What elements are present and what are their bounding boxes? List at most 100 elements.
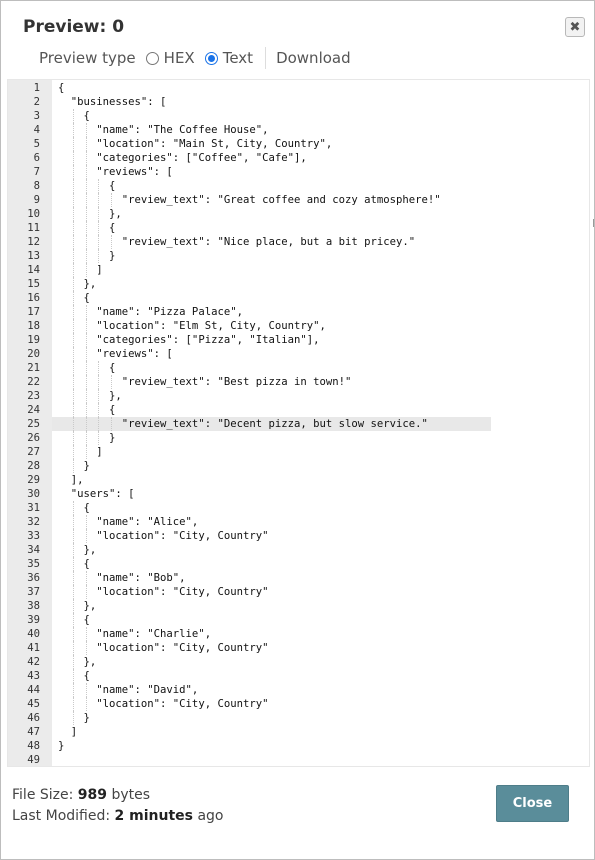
code-text: "categories": ["Coffee", "Cafe"],	[58, 152, 307, 164]
code-line: 26 }	[8, 431, 589, 445]
code-text: "businesses": [	[58, 96, 167, 108]
code-line: 18 "location": "Elm St, City, Country",	[8, 319, 589, 333]
code-text: "name": "Charlie",	[58, 628, 212, 640]
code-line: 29 ],	[8, 473, 589, 487]
text-radio-label[interactable]: Text	[223, 49, 253, 67]
code-text: {	[58, 180, 116, 192]
download-link[interactable]: Download	[276, 49, 351, 67]
code-line: 34 },	[8, 543, 589, 557]
line-number: 39	[27, 614, 40, 626]
line-number: 45	[27, 698, 40, 710]
code-text: ]	[58, 726, 78, 738]
last-modified-label: Last Modified:	[12, 808, 111, 824]
code-text: "users": [	[58, 488, 135, 500]
code-text: }	[58, 432, 116, 444]
code-line: 10 },	[8, 207, 589, 221]
line-number: 13	[27, 250, 40, 262]
close-button[interactable]: Close	[496, 785, 569, 822]
last-modified-row: Last Modified: 2 minutes ago	[12, 806, 223, 827]
file-size-label: File Size:	[12, 787, 74, 803]
code-text: "reviews": [	[58, 166, 173, 178]
code-text: },	[58, 656, 97, 668]
line-number: 33	[27, 530, 40, 542]
code-line: 14 ]	[8, 263, 589, 277]
line-number: 12	[27, 236, 40, 248]
line-number: 15	[27, 278, 40, 290]
code-text: {	[58, 362, 116, 374]
code-text: ]	[58, 264, 103, 276]
hex-radio[interactable]	[145, 51, 159, 65]
code-text: "location": "City, Country"	[58, 698, 269, 710]
preview-toolbar: Preview type HEX Text Download	[39, 47, 351, 69]
code-line: 40 "name": "Charlie",	[8, 627, 589, 641]
code-line: 1{	[8, 81, 589, 95]
close-icon[interactable]: ✖	[565, 17, 585, 37]
code-text: "review_text": "Best pizza in town!"	[58, 376, 352, 388]
code-line: 42 },	[8, 655, 589, 669]
code-line: 48}	[8, 739, 589, 753]
code-line: 33 "location": "City, Country"	[8, 529, 589, 543]
file-size-value: 989	[77, 787, 108, 803]
last-modified-value: 2 minutes	[114, 808, 193, 824]
line-number: 40	[27, 628, 40, 640]
code-line: 9 "review_text": "Great coffee and cozy …	[8, 193, 589, 207]
line-number: 28	[27, 460, 40, 472]
line-number: 31	[27, 502, 40, 514]
code-text: {	[58, 502, 90, 514]
code-line: 3 {	[8, 109, 589, 123]
line-number: 22	[27, 376, 40, 388]
code-text: "name": "Bob",	[58, 572, 186, 584]
code-text: "name": "The Coffee House",	[58, 124, 269, 136]
code-line: 45 "location": "City, Country"	[8, 697, 589, 711]
code-line: 31 {	[8, 501, 589, 515]
line-number: 24	[27, 404, 40, 416]
code-text: {	[58, 292, 90, 304]
code-text: {	[58, 558, 90, 570]
code-text: }	[58, 250, 116, 262]
code-text: {	[58, 222, 116, 234]
file-size-unit: bytes	[111, 787, 151, 803]
line-number: 23	[27, 390, 40, 402]
code-line: 2 "businesses": [	[8, 95, 589, 109]
code-line: 37 "location": "City, Country"	[8, 585, 589, 599]
code-text: }	[58, 460, 90, 472]
code-text: "name": "Pizza Palace",	[58, 306, 243, 318]
code-editor[interactable]: 1{2 "businesses": [3 {4 "name": "The Cof…	[7, 79, 590, 767]
code-line: 19 "categories": ["Pizza", "Italian"],	[8, 333, 589, 347]
text-radio[interactable]	[204, 51, 218, 65]
code-line: 20 "reviews": [	[8, 347, 589, 361]
code-text: },	[58, 544, 97, 556]
line-number: 7	[33, 166, 40, 178]
line-number: 17	[27, 306, 40, 318]
code-line: 22 "review_text": "Best pizza in town!"	[8, 375, 589, 389]
code-text: "location": "City, Country"	[58, 530, 269, 542]
code-line: 15 },	[8, 277, 589, 291]
code-text: "location": "Main St, City, Country",	[58, 138, 333, 150]
code-line: 30 "users": [	[8, 487, 589, 501]
last-modified-suffix: ago	[197, 808, 224, 824]
code-text: "location": "City, Country"	[58, 642, 269, 654]
file-size-row: File Size: 989 bytes	[12, 785, 223, 806]
code-text: "review_text": "Great coffee and cozy at…	[58, 194, 441, 206]
line-number: 47	[27, 726, 40, 738]
code-text: {	[58, 670, 90, 682]
code-line: 49	[8, 753, 589, 766]
code-line: 44 "name": "David",	[8, 683, 589, 697]
code-text: "categories": ["Pizza", "Italian"],	[58, 334, 320, 346]
code-text: "review_text": "Decent pizza, but slow s…	[58, 418, 428, 430]
code-line: 25 "review_text": "Decent pizza, but slo…	[8, 417, 589, 431]
code-line: 36 "name": "Bob",	[8, 571, 589, 585]
code-text: {	[58, 82, 65, 94]
line-number: 36	[27, 572, 40, 584]
line-number: 32	[27, 516, 40, 528]
code-line: 27 ]	[8, 445, 589, 459]
hex-radio-label[interactable]: HEX	[164, 49, 195, 67]
code-line: 39 {	[8, 613, 589, 627]
code-text: {	[58, 614, 90, 626]
code-line: 17 "name": "Pizza Palace",	[8, 305, 589, 319]
code-line: 24 {	[8, 403, 589, 417]
code-line: 5 "location": "Main St, City, Country",	[8, 137, 589, 151]
code-line: 7 "reviews": [	[8, 165, 589, 179]
line-number: 43	[27, 670, 40, 682]
code-text: "reviews": [	[58, 348, 173, 360]
